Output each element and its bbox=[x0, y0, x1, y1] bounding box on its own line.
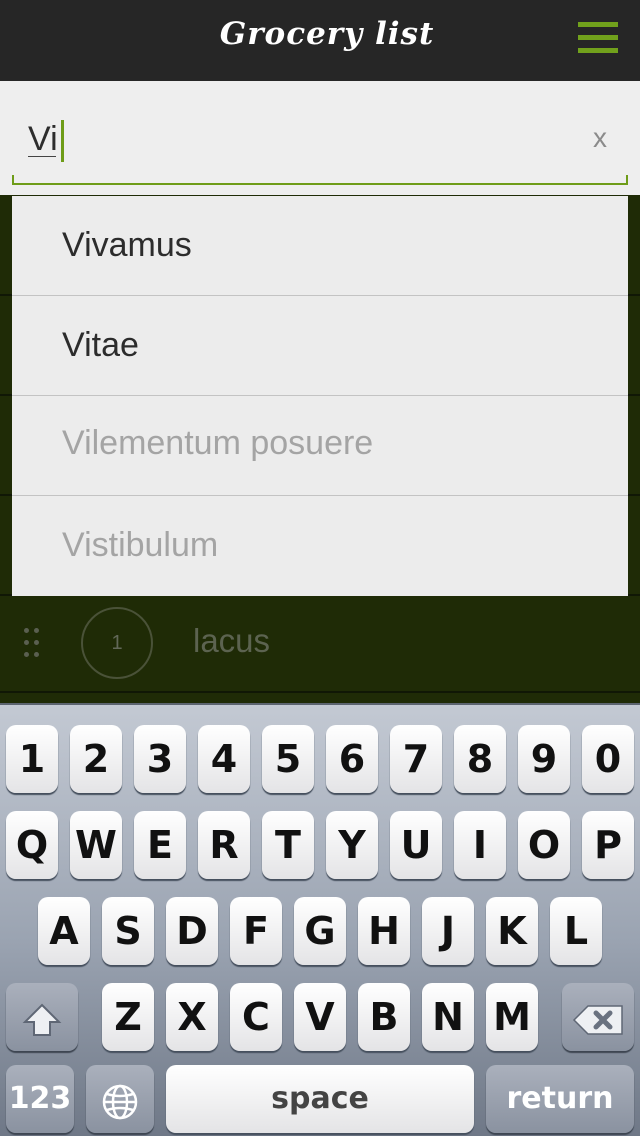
delete-key[interactable] bbox=[562, 983, 634, 1051]
key-0[interactable]: 0 bbox=[582, 725, 634, 793]
hamburger-menu-icon[interactable] bbox=[578, 22, 618, 54]
key-2[interactable]: 2 bbox=[70, 725, 122, 793]
search-input[interactable]: Vi bbox=[28, 120, 58, 159]
key-s[interactable]: S bbox=[102, 897, 154, 965]
key-y[interactable]: Y bbox=[326, 811, 378, 879]
key-r[interactable]: R bbox=[198, 811, 250, 879]
key-w[interactable]: W bbox=[70, 811, 122, 879]
suggestion-list: Vivamus Vitae Vilementum posuere Vistibu… bbox=[12, 196, 628, 596]
suggestion-label: Vistibulum bbox=[62, 526, 219, 564]
key-f[interactable]: F bbox=[230, 897, 282, 965]
key-i[interactable]: I bbox=[454, 811, 506, 879]
text-cursor bbox=[61, 120, 64, 162]
key-4[interactable]: 4 bbox=[198, 725, 250, 793]
suggestion-label: Vilementum posuere bbox=[62, 424, 374, 462]
search-bar: Vi x bbox=[0, 81, 640, 195]
key-b[interactable]: B bbox=[358, 983, 410, 1051]
key-d[interactable]: D bbox=[166, 897, 218, 965]
list-item-label: lacus bbox=[193, 622, 271, 659]
key-1[interactable]: 1 bbox=[6, 725, 58, 793]
suggestion-label: Vivamus bbox=[62, 226, 192, 264]
key-3[interactable]: 3 bbox=[134, 725, 186, 793]
shift-icon bbox=[22, 1003, 62, 1036]
suggestion-item[interactable]: Vistibulum bbox=[12, 496, 628, 596]
key-a[interactable]: A bbox=[38, 897, 90, 965]
space-key[interactable]: space bbox=[166, 1065, 474, 1133]
key-6[interactable]: 6 bbox=[326, 725, 378, 793]
key-c[interactable]: C bbox=[230, 983, 282, 1051]
drag-handle-icon[interactable] bbox=[24, 628, 40, 660]
key-5[interactable]: 5 bbox=[262, 725, 314, 793]
globe-icon bbox=[102, 1084, 138, 1119]
key-l[interactable]: L bbox=[550, 897, 602, 965]
key-p[interactable]: P bbox=[582, 811, 634, 879]
numbers-key[interactable]: 123 bbox=[6, 1065, 74, 1133]
return-key[interactable]: return bbox=[486, 1065, 634, 1133]
key-z[interactable]: Z bbox=[102, 983, 154, 1051]
search-input-value: Vi bbox=[28, 120, 58, 158]
key-7[interactable]: 7 bbox=[390, 725, 442, 793]
key-u[interactable]: U bbox=[390, 811, 442, 879]
clear-search-label: x bbox=[593, 122, 607, 153]
key-x[interactable]: X bbox=[166, 983, 218, 1051]
key-e[interactable]: E bbox=[134, 811, 186, 879]
key-n[interactable]: N bbox=[422, 983, 474, 1051]
app-header: Grocery list bbox=[0, 0, 640, 81]
key-9[interactable]: 9 bbox=[518, 725, 570, 793]
page-title: Grocery list bbox=[219, 16, 435, 52]
autocorrect-underline bbox=[28, 156, 56, 157]
key-k[interactable]: K bbox=[486, 897, 538, 965]
key-g[interactable]: G bbox=[294, 897, 346, 965]
quantity-badge[interactable]: 1 bbox=[81, 607, 153, 679]
search-field-underline bbox=[12, 175, 628, 185]
key-v[interactable]: V bbox=[294, 983, 346, 1051]
suggestion-item[interactable]: Vitae bbox=[12, 296, 628, 396]
close-icon[interactable]: x bbox=[587, 123, 613, 153]
key-q[interactable]: Q bbox=[6, 811, 58, 879]
key-t[interactable]: T bbox=[262, 811, 314, 879]
suggestion-label: Vitae bbox=[62, 326, 139, 364]
key-j[interactable]: J bbox=[422, 897, 474, 965]
shift-key[interactable] bbox=[6, 983, 78, 1051]
backspace-icon bbox=[572, 1004, 623, 1035]
key-8[interactable]: 8 bbox=[454, 725, 506, 793]
key-m[interactable]: M bbox=[486, 983, 538, 1051]
globe-key[interactable] bbox=[86, 1065, 154, 1133]
suggestion-item[interactable]: Vilementum posuere bbox=[12, 396, 628, 496]
key-o[interactable]: O bbox=[518, 811, 570, 879]
key-h[interactable]: H bbox=[358, 897, 410, 965]
list-item[interactable]: 1 lacus bbox=[0, 596, 640, 692]
on-screen-keyboard: 1 2 3 4 5 6 7 8 9 0 Q W E R T Y U I O P … bbox=[0, 703, 640, 1136]
suggestion-item[interactable]: Vivamus bbox=[12, 196, 628, 296]
